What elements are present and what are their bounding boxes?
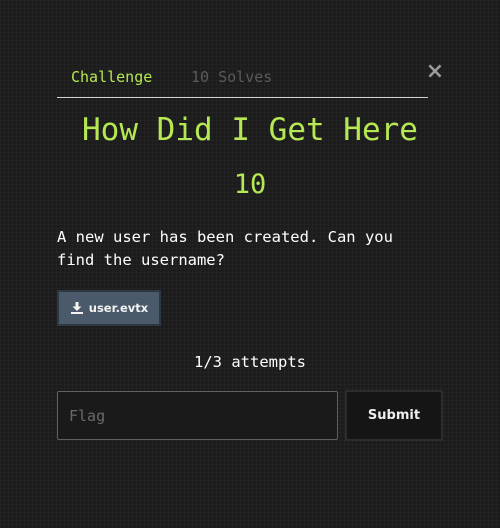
close-icon: × bbox=[425, 59, 445, 84]
download-icon bbox=[70, 301, 84, 315]
flag-input[interactable] bbox=[57, 391, 338, 440]
file-name: user.evtx bbox=[88, 301, 149, 315]
challenge-value: 10 bbox=[233, 169, 267, 200]
tab-solves[interactable]: 10 Solves bbox=[191, 68, 272, 86]
close-button[interactable]: × bbox=[424, 60, 446, 84]
file-download-button[interactable]: user.evtx bbox=[57, 290, 161, 326]
submit-button[interactable]: Submit bbox=[345, 390, 443, 441]
challenge-modal: Challenge 10 Solves × How Did I Get Here… bbox=[0, 0, 500, 528]
challenge-title: How Did I Get Here bbox=[82, 112, 418, 148]
attempts-counter: 1/3 attempts bbox=[194, 353, 306, 371]
tab-bar: Challenge 10 Solves bbox=[57, 59, 428, 98]
challenge-description: A new user has been created. Can you fin… bbox=[57, 228, 393, 269]
tab-challenge[interactable]: Challenge bbox=[71, 68, 152, 86]
